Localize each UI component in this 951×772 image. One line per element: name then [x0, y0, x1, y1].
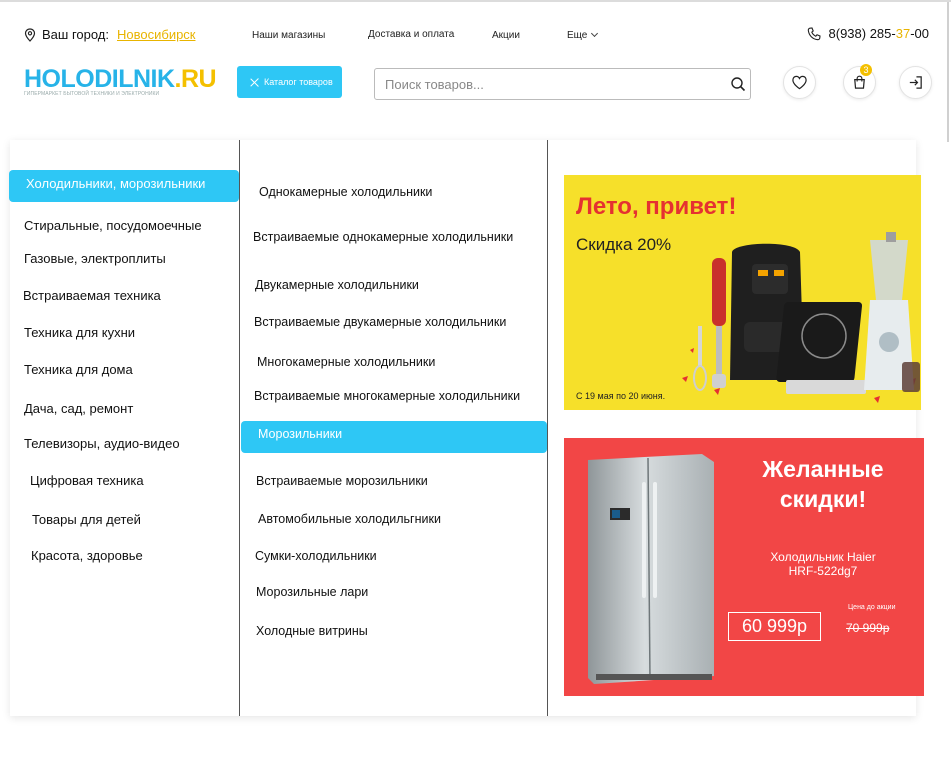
phone-icon — [807, 26, 821, 40]
city-selector[interactable]: Ваш город: Новосибирск — [24, 27, 196, 42]
subcategory-item[interactable]: Двукамерные холодильники — [255, 278, 419, 292]
subcategory-item[interactable]: Автомобильные холодильгники — [258, 512, 441, 526]
logo-text-b: .RU — [174, 65, 217, 93]
login-button[interactable] — [899, 66, 932, 99]
logo-tagline: ГИПЕРМАРКЕТ БЫТОВОЙ ТЕХНИКИ И ЭЛЕКТРОНИК… — [24, 91, 160, 97]
subcategory-item[interactable]: Встраиваемые многокамерные холодильники — [254, 389, 520, 403]
heading-line-2: скидки! — [779, 486, 867, 512]
fridge-image — [588, 454, 714, 684]
product-model: Холодильник Haier HRF-522dg7 — [724, 550, 922, 578]
catalog-button-label: Каталог товаров — [264, 77, 333, 87]
phone-number[interactable]: 8(938) 285-37-00 — [807, 26, 929, 41]
subcategory-item[interactable]: Сумки-холодильники — [255, 549, 377, 563]
search-icon[interactable] — [730, 76, 746, 92]
category-item-home[interactable]: Техника для дома — [24, 362, 133, 377]
category-item-kids[interactable]: Товары для детей — [32, 512, 141, 527]
phone-text: 8(938) 285-37-00 — [829, 26, 929, 41]
search-input[interactable] — [375, 76, 715, 92]
logo-text-a: HOLODILNIK — [24, 65, 175, 93]
category-item-fridges[interactable]: Холодильники, морозильники — [9, 170, 239, 202]
right-border — [947, 2, 949, 142]
subcategory-item[interactable]: Встраиваемые двукамерные холодильники — [254, 315, 506, 329]
subcategory-item[interactable]: Холодные витрины — [256, 624, 368, 638]
search-box — [374, 68, 751, 100]
city-label: Ваш город: — [42, 27, 109, 42]
category-item-digital[interactable]: Цифровая техника — [30, 473, 144, 488]
banner-period: С 19 мая по 20 июня. — [576, 391, 666, 401]
banner-discount: Скидка 20% — [576, 235, 672, 254]
nav-more-label: Еще — [567, 30, 588, 41]
banner-heading: Желанные скидки! — [724, 454, 922, 514]
nav-link-stores[interactable]: Наши магазины — [252, 30, 325, 41]
nav-link-delivery[interactable]: Доставка и оплата — [368, 29, 454, 40]
phone-highlight: 37 — [895, 26, 911, 41]
model-line-1: Холодильник Haier — [770, 550, 876, 564]
favorites-button[interactable] — [783, 66, 816, 99]
old-price-label: Цена до акции — [848, 604, 896, 611]
sale-price: 60 999р — [728, 612, 821, 641]
appliances-illustration — [682, 232, 920, 403]
category-item-garden[interactable]: Дача, сад, ремонт — [24, 401, 133, 416]
banner-title: Лето, привет! — [576, 193, 737, 220]
subcategory-item[interactable]: Встраиваемые однокамерные холодильники — [253, 230, 513, 244]
cart-count-badge: 3 — [860, 64, 872, 76]
old-price: 70 999р — [846, 621, 890, 635]
subcategory-item[interactable]: Встраиваемые морозильники — [256, 474, 428, 488]
category-item-stoves[interactable]: Газовые, электроплиты — [24, 251, 166, 266]
subcategory-item[interactable]: Морозильные лари — [256, 585, 368, 599]
catalog-button[interactable]: Каталог товаров — [237, 66, 342, 98]
heading-line-1: Желанные — [762, 456, 884, 482]
subcategory-item[interactable]: Однокамерные холодильники — [259, 185, 432, 199]
nav-link-promotions[interactable]: Акции — [492, 30, 520, 41]
phone-suffix: -00 — [910, 26, 929, 41]
promo-banner-fridge[interactable]: Желанные скидки! Холодильник Haier HRF-522… — [564, 438, 924, 696]
category-item-kitchen[interactable]: Техника для кухни — [24, 325, 135, 340]
category-item-built-in[interactable]: Встраиваемая техника — [23, 288, 161, 303]
category-item-tv[interactable]: Телевизоры, аудио-видео — [24, 436, 180, 451]
column-divider — [547, 140, 548, 716]
location-pin-icon — [24, 27, 36, 42]
category-item-beauty[interactable]: Красота, здоровье — [31, 548, 143, 563]
model-line-2: HRF-522dg7 — [788, 564, 858, 578]
logo-wordmark: HOLODILNIK.RU — [24, 65, 217, 93]
chevron-down-icon — [591, 29, 599, 38]
site-logo[interactable]: HOLODILNIK.RU ГИПЕРМАРКЕТ БЫТОВОЙ ТЕХНИК… — [24, 65, 217, 100]
cart-button[interactable]: 3 — [843, 64, 876, 99]
login-icon — [909, 76, 922, 89]
city-value-link[interactable]: Новосибирск — [117, 27, 196, 42]
close-icon — [250, 78, 259, 87]
promo-banner-summer[interactable]: Лето, привет! Скидка 20% С 19 мая по 20 … — [564, 175, 921, 410]
phone-prefix: 8(938) 285- — [828, 26, 896, 41]
top-border — [0, 0, 951, 2]
nav-more-dropdown[interactable]: Еще — [567, 29, 599, 41]
cart-icon — [854, 75, 865, 89]
subcategory-item-freezers[interactable]: Морозильники — [241, 421, 547, 453]
column-divider — [239, 140, 240, 716]
category-item-washing[interactable]: Стиральные, посудомоечные — [24, 218, 202, 233]
subcategory-item[interactable]: Многокамерные холодильники — [257, 355, 435, 369]
heart-icon — [792, 75, 807, 90]
